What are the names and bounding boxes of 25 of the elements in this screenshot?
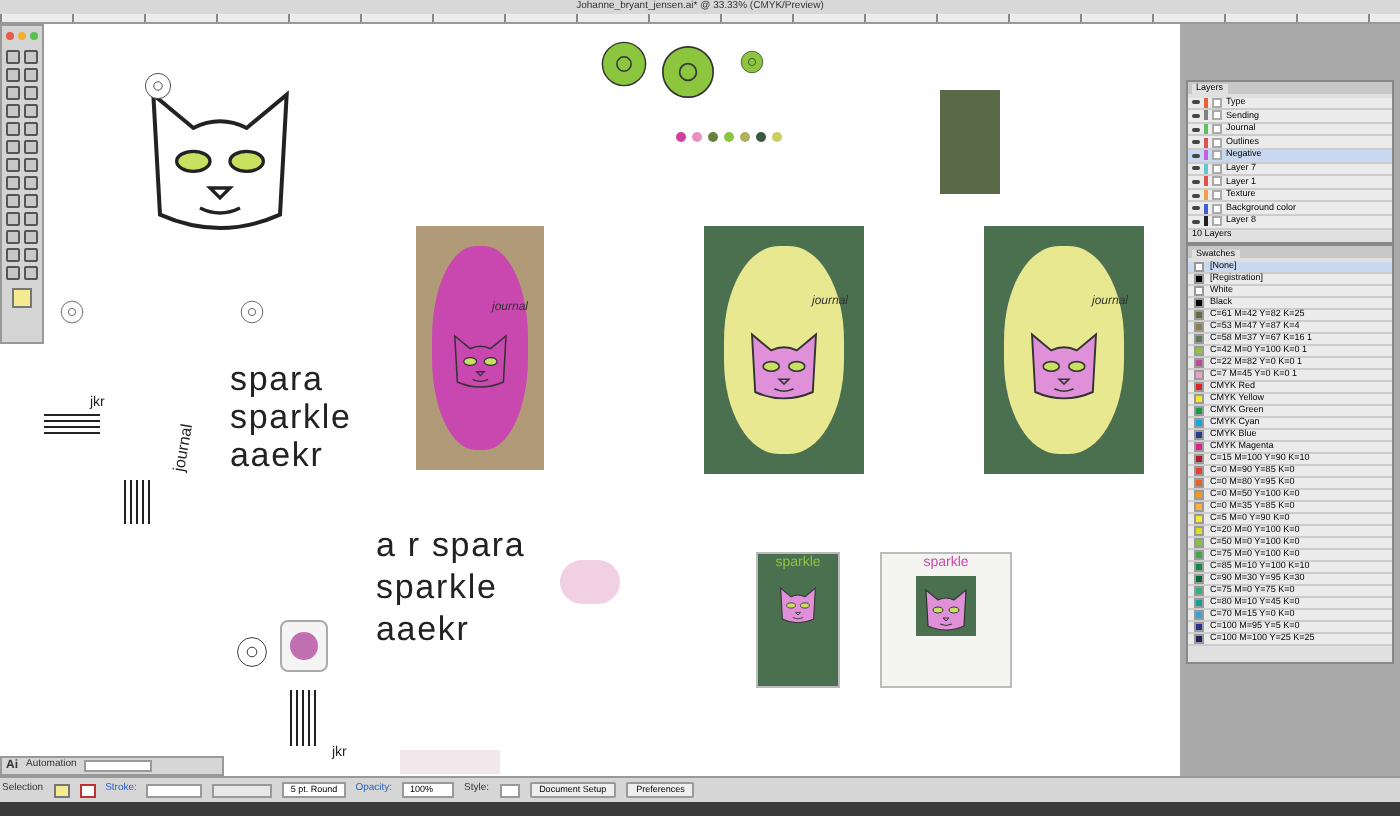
paint-splash bbox=[560, 560, 620, 604]
flower-drawing bbox=[144, 72, 172, 100]
fill-swatch[interactable] bbox=[12, 288, 32, 308]
paint-splash bbox=[400, 750, 500, 774]
lettering-text: a r spara bbox=[376, 524, 526, 566]
stroke-swatch[interactable] bbox=[79, 783, 96, 797]
lettering-text: spara bbox=[230, 360, 324, 398]
lettering-text: aaekr bbox=[376, 608, 470, 650]
journal-tag-text: journal bbox=[168, 422, 199, 474]
flower-drawing bbox=[60, 300, 84, 324]
stroke-weight-field[interactable] bbox=[146, 783, 203, 797]
photo-placeholder bbox=[940, 90, 1000, 194]
flower-drawing bbox=[236, 636, 268, 668]
lettering-text: sparkle bbox=[230, 398, 352, 436]
flower-shape bbox=[660, 44, 716, 100]
flower-drawing bbox=[240, 300, 264, 324]
lettering-text: aaekr bbox=[230, 436, 324, 474]
lettering-text: sparkle bbox=[376, 566, 498, 608]
search-field[interactable] bbox=[84, 760, 153, 772]
mug-drawing bbox=[280, 620, 328, 672]
variable-width-dropdown[interactable] bbox=[212, 783, 273, 797]
fill-swatch[interactable] bbox=[53, 783, 70, 797]
style-dropdown[interactable] bbox=[499, 783, 520, 797]
flower-shape bbox=[600, 40, 648, 88]
flower-shape bbox=[740, 50, 764, 74]
